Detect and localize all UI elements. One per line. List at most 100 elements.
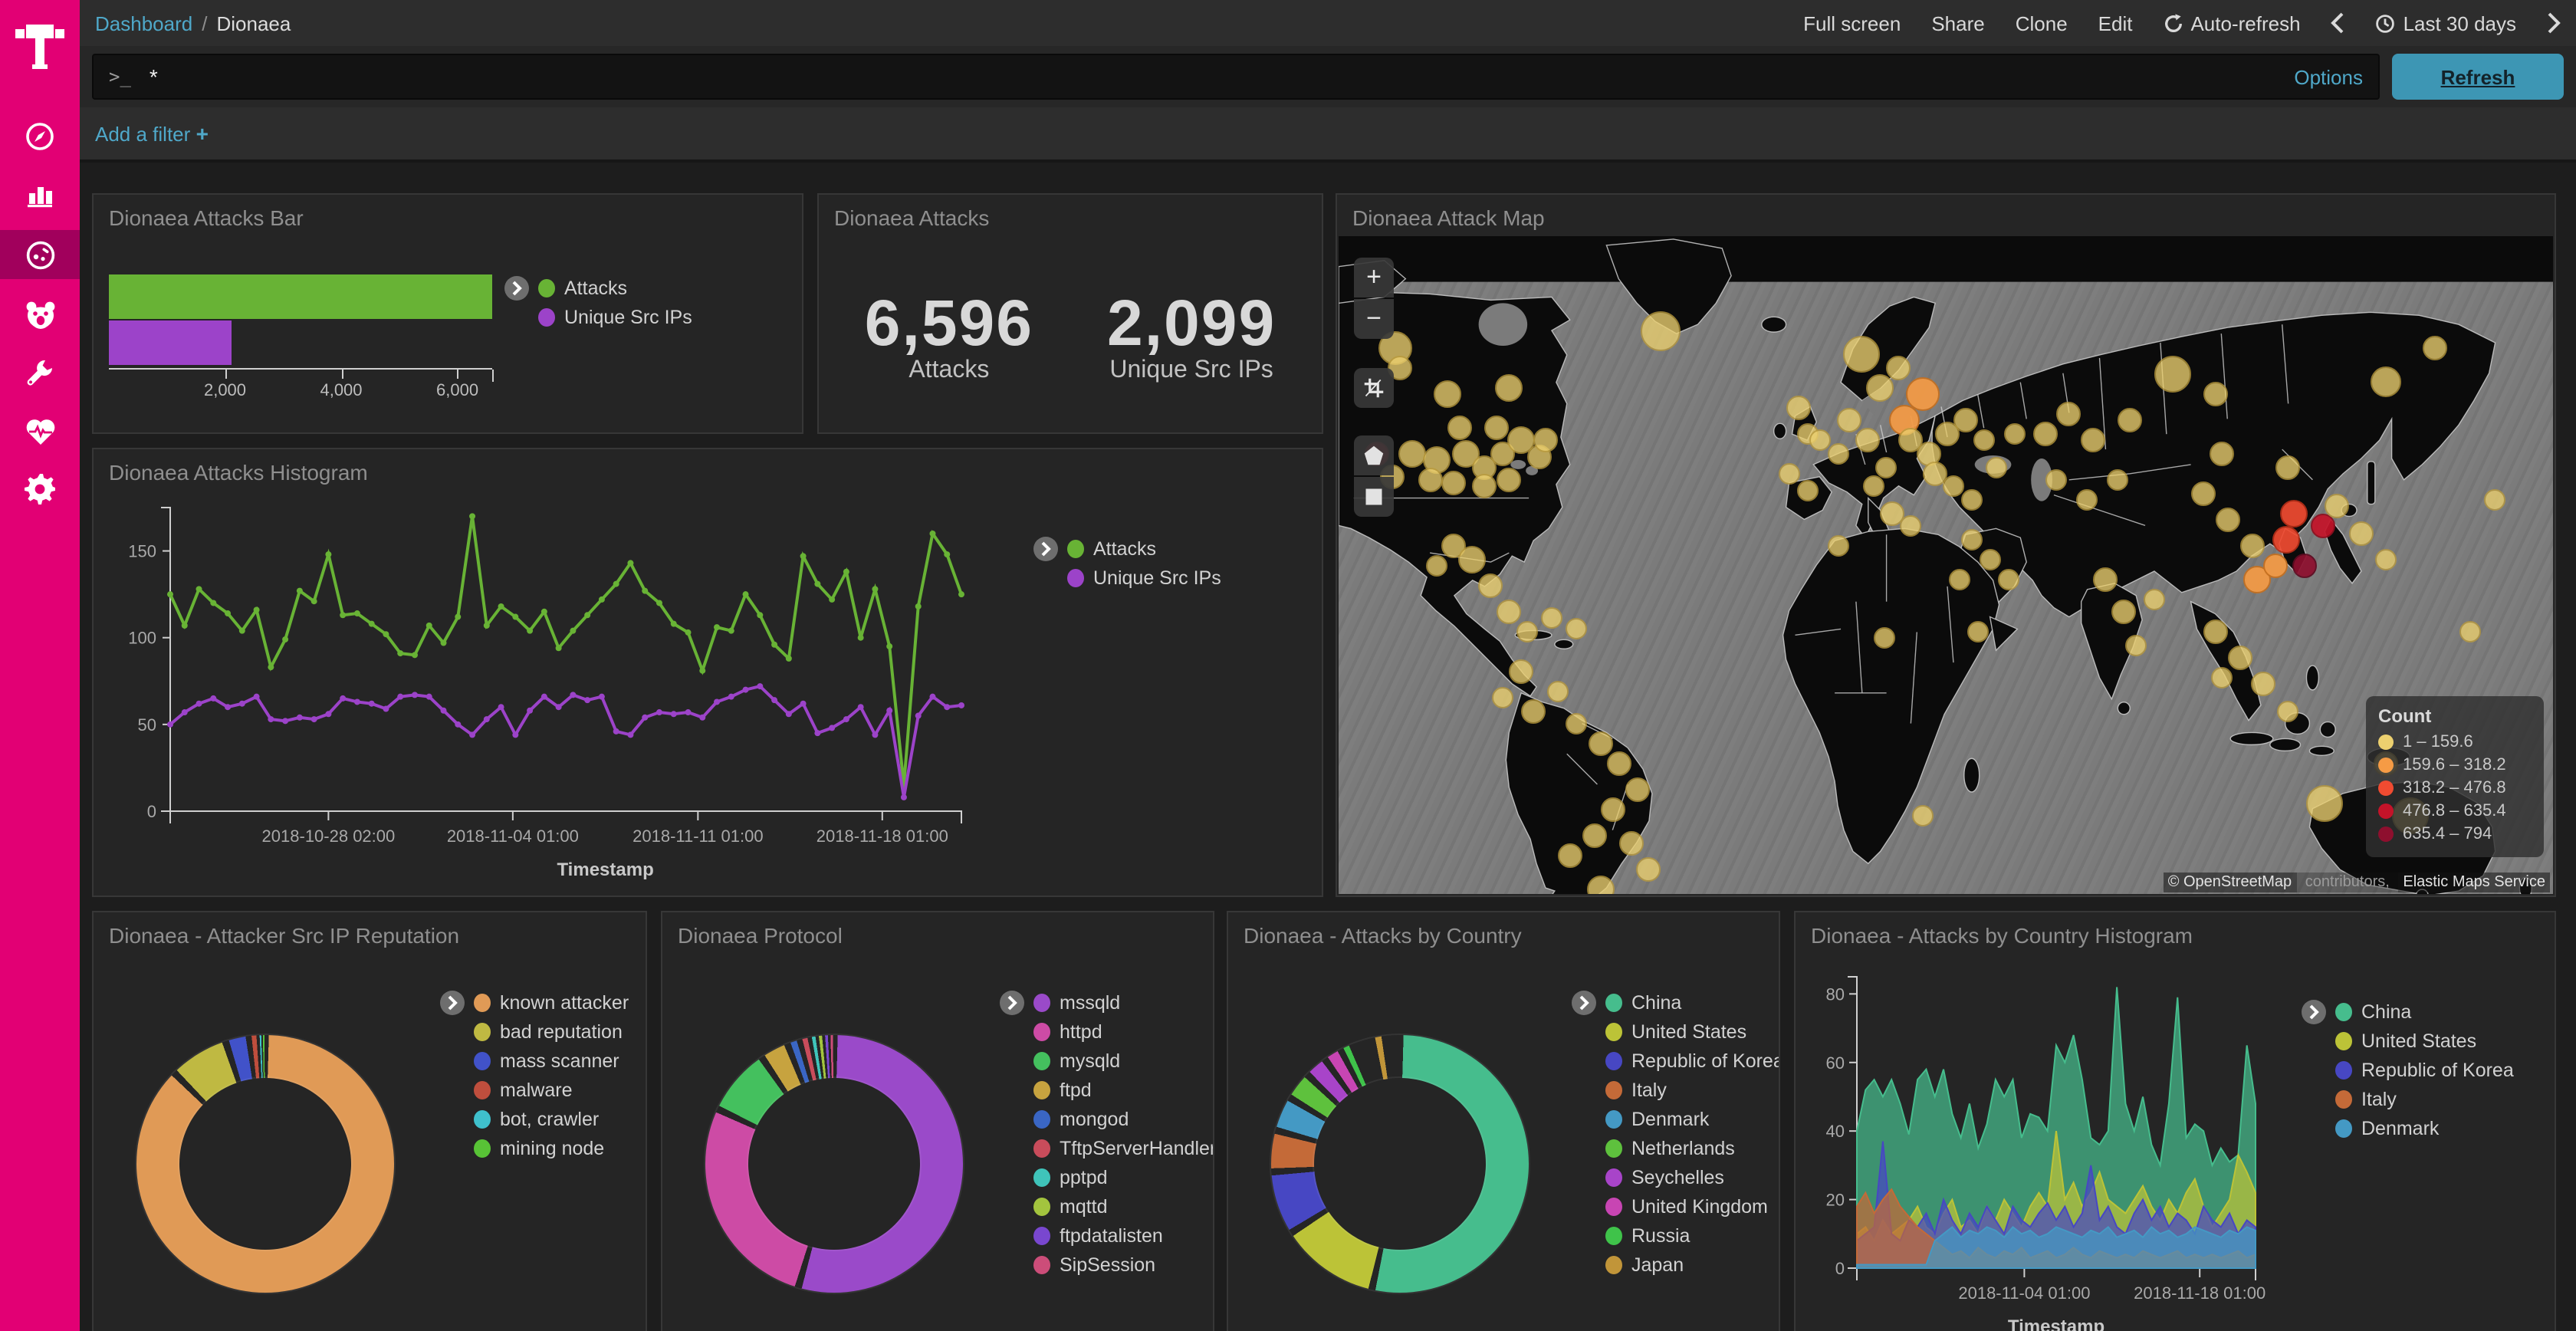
map-attack-marker[interactable]	[2046, 469, 2068, 491]
map-attack-marker[interactable]	[2264, 554, 2288, 578]
map-attack-marker[interactable]	[1448, 415, 1473, 439]
legend-collapse-chevron[interactable]	[1572, 991, 1596, 1015]
legend-item[interactable]: mqttd	[1033, 1196, 1214, 1218]
map-attack-marker[interactable]	[1637, 857, 1661, 882]
legend-item[interactable]: United States	[1605, 1021, 1780, 1043]
map-attack-marker[interactable]	[1961, 489, 1983, 511]
map-attack-marker[interactable]	[2375, 548, 2397, 570]
map-attack-marker[interactable]	[2003, 423, 2025, 445]
legend-collapse-chevron[interactable]	[504, 276, 529, 301]
sidebar-item-management[interactable]	[0, 466, 80, 512]
map-attack-marker[interactable]	[1949, 568, 1970, 590]
map-attack-marker[interactable]	[2125, 634, 2147, 656]
time-forward-chevron[interactable]	[2547, 12, 2561, 34]
legend-item[interactable]: Denmark	[2335, 1118, 2514, 1139]
legend-item[interactable]: Italy	[1605, 1080, 1780, 1101]
map-attack-marker[interactable]	[1986, 456, 2007, 478]
map-attack-marker[interactable]	[1566, 713, 1587, 735]
breadcrumb-dashboard-link[interactable]: Dashboard	[95, 12, 192, 35]
map-attack-marker[interactable]	[1442, 472, 1467, 496]
map-attack-marker[interactable]	[1844, 337, 1881, 373]
legend-item[interactable]: Attacks	[538, 278, 692, 299]
legend-item[interactable]: pptpd	[1033, 1167, 1214, 1188]
map-attack-marker[interactable]	[2209, 442, 2233, 466]
attacks-histogram-chart[interactable]: 0501001502018-10-28 02:002018-11-04 01:0…	[109, 495, 998, 891]
map-attack-marker[interactable]	[1973, 430, 1995, 452]
map-attack-marker[interactable]	[1495, 374, 1523, 402]
map-attack-marker[interactable]	[2190, 481, 2215, 505]
map-attack-marker[interactable]	[2203, 619, 2227, 644]
map-attack-marker[interactable]	[2272, 526, 2299, 554]
legend-item[interactable]: China	[1605, 992, 1780, 1014]
map-attack-marker[interactable]	[2422, 336, 2446, 360]
reputation-donut-chart[interactable]	[136, 1035, 394, 1293]
sidebar-item-bear[interactable]	[0, 291, 80, 337]
map-attack-marker[interactable]	[1459, 545, 1487, 573]
legend-item[interactable]: mssqld	[1033, 992, 1214, 1014]
map-attack-marker[interactable]	[1641, 312, 1681, 352]
map-attack-marker[interactable]	[2057, 402, 2082, 426]
map-attack-marker[interactable]	[1425, 555, 1447, 577]
map-attack-marker[interactable]	[1980, 548, 2001, 570]
map-attack-marker[interactable]	[1876, 456, 1898, 478]
map-attack-marker[interactable]	[1497, 600, 1521, 624]
map-attack-marker[interactable]	[1786, 396, 1811, 420]
map-attack-marker[interactable]	[2215, 508, 2239, 532]
map-attack-marker[interactable]	[1953, 409, 1978, 433]
legend-item[interactable]: Netherlands	[1605, 1138, 1780, 1159]
refresh-button[interactable]: Refresh	[2392, 54, 2564, 100]
legend-collapse-chevron[interactable]	[1000, 991, 1024, 1015]
legend-item[interactable]: bad reputation	[474, 1021, 629, 1043]
map-attack-marker[interactable]	[1867, 374, 1894, 402]
legend-item[interactable]: mysqld	[1033, 1050, 1214, 1072]
world-map[interactable]: + −	[1339, 236, 2553, 894]
map-attack-marker[interactable]	[1418, 468, 1442, 492]
add-filter-link[interactable]: Add a filter +	[95, 121, 209, 146]
polygon-draw-icon[interactable]	[1354, 435, 1394, 475]
share-button[interactable]: Share	[1931, 12, 1984, 35]
map-attack-marker[interactable]	[2371, 366, 2401, 396]
map-attack-marker[interactable]	[1509, 659, 1533, 684]
legend-item[interactable]: Attacks	[1067, 538, 1221, 560]
map-attack-marker[interactable]	[1900, 515, 1921, 537]
map-attack-marker[interactable]	[1796, 479, 1818, 501]
map-attack-marker[interactable]	[1516, 621, 1538, 642]
map-zoom-out-button[interactable]: −	[1354, 299, 1394, 339]
legend-item[interactable]: Italy	[2335, 1089, 2514, 1110]
map-attack-marker[interactable]	[1558, 843, 1582, 868]
map-attack-marker[interactable]	[1434, 380, 1462, 408]
legend-collapse-chevron[interactable]	[2302, 1000, 2326, 1024]
map-attack-marker[interactable]	[2118, 409, 2142, 433]
map-attack-marker[interactable]	[1809, 430, 1830, 452]
map-attack-marker[interactable]	[2310, 514, 2334, 538]
legend-item[interactable]: mining node	[474, 1138, 629, 1159]
elastic-maps-attribution-link[interactable]: Elastic Maps Service	[2398, 873, 2550, 892]
legend-item[interactable]: Seychelles	[1605, 1167, 1780, 1188]
time-range-picker[interactable]: Last 30 days	[2376, 12, 2516, 35]
clone-button[interactable]: Clone	[2016, 12, 2068, 35]
map-attack-marker[interactable]	[2460, 621, 2482, 642]
legend-item[interactable]: bot, crawler	[474, 1109, 629, 1130]
map-attack-marker[interactable]	[1943, 476, 1964, 498]
map-attack-marker[interactable]	[2144, 588, 2165, 610]
map-attack-marker[interactable]	[2093, 567, 2118, 591]
search-input[interactable]: >_ * Options	[92, 54, 2380, 100]
map-attack-marker[interactable]	[2306, 785, 2343, 822]
map-attack-marker[interactable]	[1864, 476, 1885, 498]
protocol-donut-chart[interactable]	[705, 1035, 963, 1293]
map-attack-marker[interactable]	[2325, 495, 2349, 519]
map-attack-marker[interactable]	[1886, 356, 1911, 380]
map-attack-marker[interactable]	[1479, 573, 1503, 598]
sidebar-item-dev-tools[interactable]	[0, 350, 80, 396]
crop-icon[interactable]	[1354, 368, 1394, 408]
legend-item[interactable]: United Kingdom	[1605, 1196, 1780, 1218]
legend-item[interactable]: Republic of Korea	[1605, 1050, 1780, 1072]
legend-item[interactable]: httpd	[1033, 1021, 1214, 1043]
map-attack-marker[interactable]	[2082, 429, 2106, 453]
legend-item[interactable]: Japan	[1605, 1254, 1780, 1276]
legend-item[interactable]: Unique Src IPs	[1067, 567, 1221, 589]
map-attack-marker[interactable]	[1997, 568, 2019, 590]
bar-unique-src-ips[interactable]	[109, 320, 231, 365]
country-histogram-chart[interactable]: 0204060802018-11-04 01:002018-11-18 01:0…	[1808, 968, 2268, 1331]
legend-item[interactable]: China	[2335, 1001, 2514, 1023]
